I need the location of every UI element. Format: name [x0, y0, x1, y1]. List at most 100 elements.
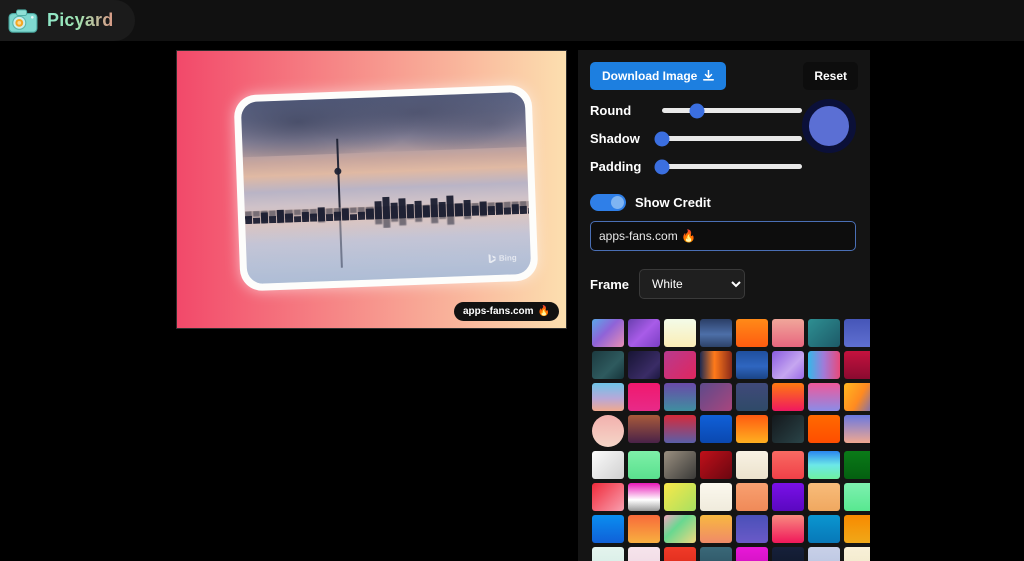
- slider-shadow[interactable]: [654, 131, 802, 146]
- credit-text-input[interactable]: [590, 221, 856, 251]
- frame-label: Frame: [590, 276, 630, 292]
- swatch-apricot[interactable]: [808, 483, 840, 511]
- download-icon: [703, 70, 715, 81]
- swatch-peach-orange[interactable]: [736, 483, 768, 511]
- swatch-lavender-violet[interactable]: [772, 351, 804, 379]
- actions-row: Download Image Reset: [590, 62, 858, 90]
- swatch-navy-steel-blue[interactable]: [700, 319, 732, 347]
- swatch-amber-salmon[interactable]: [700, 515, 732, 543]
- swatch-pale-mint[interactable]: [592, 547, 624, 561]
- swatch-steel-teal[interactable]: [700, 547, 732, 561]
- swatch-red-slate-blue[interactable]: [664, 415, 696, 443]
- swatch-sky-to-peach[interactable]: [592, 383, 624, 411]
- swatch-pink-periwinkle[interactable]: [808, 383, 840, 411]
- swatch-orange-gold[interactable]: [628, 515, 660, 543]
- swatch-cyan-blue-green[interactable]: [808, 451, 840, 479]
- swatch-sunset-orange-navy[interactable]: [700, 351, 732, 379]
- slider-thumb-round[interactable]: [689, 103, 705, 118]
- camera-icon: [8, 8, 38, 33]
- credit-badge: apps-fans.com 🔥: [453, 302, 559, 321]
- swatch-cream-vanilla[interactable]: [664, 319, 696, 347]
- sky-clouds: [240, 91, 527, 157]
- swatch-peach-circle-selected[interactable]: [592, 415, 624, 447]
- swatch-off-white[interactable]: [700, 483, 732, 511]
- brand-logo[interactable]: Picyard: [0, 0, 136, 41]
- swatch-cyan-pink-blend[interactable]: [808, 351, 840, 379]
- photo-content: Bing: [240, 91, 532, 285]
- swatch-yellow-lime[interactable]: [664, 483, 696, 511]
- swatch-indigo-violet[interactable]: [736, 515, 768, 543]
- swatch-midnight-purple[interactable]: [628, 351, 660, 379]
- bing-watermark: Bing: [488, 253, 517, 264]
- swatch-pale-pink[interactable]: [628, 547, 660, 561]
- swatch-crimson-red[interactable]: [844, 351, 870, 379]
- swatch-slate-blue-gray[interactable]: [736, 383, 768, 411]
- swatch-deep-red[interactable]: [700, 451, 732, 479]
- background-swatch-grid: [578, 319, 870, 561]
- framed-photo[interactable]: Bing: [233, 84, 539, 292]
- swatch-purple-teal[interactable]: [664, 383, 696, 411]
- download-button-label: Download Image: [602, 69, 698, 83]
- swatch-charcoal-teal[interactable]: [772, 415, 804, 443]
- swatch-plum-mauve[interactable]: [700, 383, 732, 411]
- swatch-bright-blue[interactable]: [592, 515, 624, 543]
- swatch-dark-teal-slate[interactable]: [592, 351, 624, 379]
- credit-badge-text: apps-fans.com: [462, 306, 534, 317]
- panel-top-section: Download Image Reset Round Shadow Padding …: [578, 50, 870, 299]
- swatch-orange-magenta[interactable]: [772, 383, 804, 411]
- swatch-white-silver[interactable]: [592, 451, 624, 479]
- preview-canvas: Bing apps-fans.com 🔥: [177, 51, 566, 328]
- swatch-teal-deep[interactable]: [808, 319, 840, 347]
- swatch-rainbow-pastel[interactable]: [664, 515, 696, 543]
- swatch-orange-amber-2[interactable]: [844, 515, 870, 543]
- slider-label-shadow: Shadow: [590, 131, 640, 146]
- frame-row: Frame WhiteBlackNoneGradient: [590, 269, 858, 299]
- swatch-violet-purple[interactable]: [628, 319, 660, 347]
- swatch-cream-pale[interactable]: [844, 547, 870, 561]
- swatch-rust-plum[interactable]: [628, 415, 660, 443]
- swatch-azure-blue[interactable]: [700, 415, 732, 443]
- swatch-dark-navy[interactable]: [772, 547, 804, 561]
- swatch-hot-pink[interactable]: [628, 383, 660, 411]
- swatch-periwinkle-light[interactable]: [808, 547, 840, 561]
- swatch-periwinkle-peach[interactable]: [844, 415, 870, 443]
- slider-thumb-shadow[interactable]: [654, 131, 670, 146]
- frame-select[interactable]: WhiteBlackNoneGradient: [639, 269, 746, 299]
- swatch-spring-green[interactable]: [844, 483, 870, 511]
- swatch-magenta-bright[interactable]: [736, 547, 768, 561]
- show-credit-toggle[interactable]: [590, 194, 626, 211]
- swatch-orange-amber[interactable]: [736, 415, 768, 443]
- swatch-red-pink-fade[interactable]: [592, 483, 624, 511]
- slider-padding[interactable]: [654, 159, 802, 174]
- swatch-forest-green[interactable]: [844, 451, 870, 479]
- slider-row-padding: Padding: [590, 159, 858, 174]
- swatch-gold-blue-split[interactable]: [844, 383, 870, 411]
- swatch-tomato-red[interactable]: [664, 547, 696, 561]
- main-stage: Bing apps-fans.com 🔥 Download Image Rese…: [0, 41, 1024, 561]
- reset-button[interactable]: Reset: [803, 62, 858, 90]
- swatch-vivid-orange[interactable]: [808, 415, 840, 443]
- swatch-cerulean[interactable]: [808, 515, 840, 543]
- swatch-mint-green[interactable]: [628, 451, 660, 479]
- swatch-blue-purple-pink-diagonal[interactable]: [592, 319, 624, 347]
- swatch-electric-purple[interactable]: [772, 483, 804, 511]
- slider-round[interactable]: [662, 103, 802, 118]
- color-preview-button[interactable]: [802, 99, 856, 153]
- slider-thumb-padding[interactable]: [654, 159, 670, 174]
- swatch-indigo-periwinkle[interactable]: [844, 319, 870, 347]
- image-preview-area[interactable]: Bing apps-fans.com 🔥: [176, 50, 567, 329]
- swatch-coral-red[interactable]: [772, 451, 804, 479]
- swatch-royal-blue[interactable]: [736, 351, 768, 379]
- swatch-magenta-crimson[interactable]: [664, 351, 696, 379]
- swatch-magenta-white[interactable]: [628, 483, 660, 511]
- swatch-ivory-cream[interactable]: [736, 451, 768, 479]
- bing-watermark-label: Bing: [498, 253, 517, 263]
- swatch-gray-taupe[interactable]: [664, 451, 696, 479]
- swatch-orange-flame[interactable]: [736, 319, 768, 347]
- brand-name: Picyard: [47, 10, 114, 30]
- download-image-button[interactable]: Download Image: [590, 62, 727, 90]
- show-credit-row: Show Credit: [590, 194, 858, 211]
- swatch-salmon-rose[interactable]: [772, 319, 804, 347]
- bing-logo-icon: [488, 254, 496, 264]
- swatch-pink-coral[interactable]: [772, 515, 804, 543]
